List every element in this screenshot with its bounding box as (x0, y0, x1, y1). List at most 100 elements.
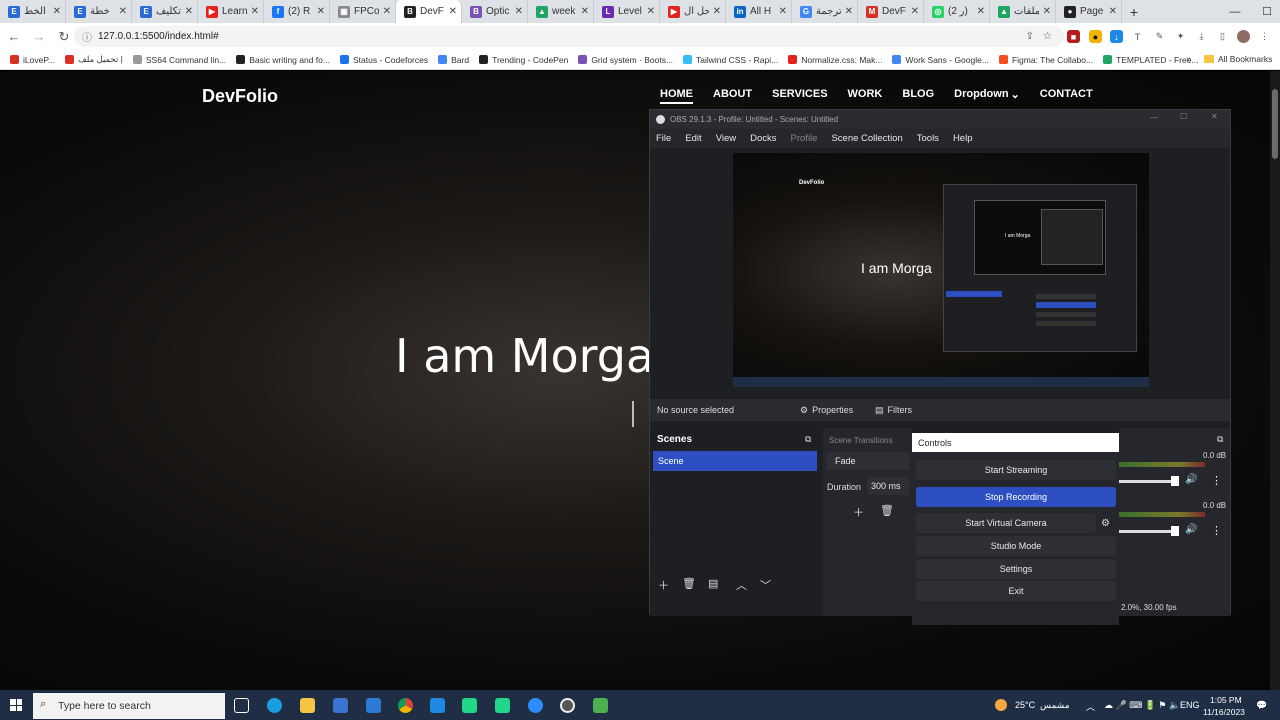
all-bookmarks[interactable]: All Bookmarks (1204, 54, 1272, 64)
tab-close-icon[interactable]: ✕ (119, 6, 127, 17)
volume-slider-2[interactable] (1119, 530, 1177, 533)
browser-tab[interactable]: ▶ Learn ✕ (198, 0, 264, 23)
weather-temp[interactable]: 25°C (1015, 700, 1035, 710)
trash-icon[interactable]: 🗑 (682, 577, 696, 590)
nav-link[interactable]: ABOUT (713, 88, 752, 104)
extension-icon[interactable]: ● (1089, 30, 1102, 43)
add-icon[interactable]: ＋ (658, 577, 669, 593)
more-bookmarks-icon[interactable]: » (1186, 54, 1192, 65)
properties-button[interactable]: ⚙ Properties (800, 405, 853, 416)
browser-tab[interactable]: B DevF ✕ (396, 0, 462, 23)
tab-close-icon[interactable]: ✕ (779, 6, 787, 17)
nav-link[interactable]: BLOG (902, 88, 934, 104)
weather-desc[interactable]: مشمس (1040, 700, 1070, 711)
obs-menu-item[interactable]: Edit (685, 133, 701, 144)
app-icon[interactable] (593, 698, 608, 713)
obs-preview[interactable]: DevFolio I am Morga I am Morga (733, 153, 1149, 387)
tab-close-icon[interactable]: ✕ (383, 6, 391, 17)
new-tab-button[interactable]: + (1122, 0, 1146, 23)
extension-icon[interactable]: ■ (1067, 30, 1080, 43)
chevron-down-icon[interactable]: ⌄ (1011, 88, 1020, 104)
undock-icon[interactable]: ⧉ (1217, 434, 1223, 445)
tab-close-icon[interactable]: ✕ (185, 6, 193, 17)
control-button[interactable]: Settings (916, 559, 1116, 579)
more-icon[interactable]: ⋮ (1211, 524, 1222, 537)
clock-date[interactable]: 11/16/2023 (1203, 707, 1245, 717)
bookmark-item[interactable]: TEMPLATED - Free... (1103, 55, 1199, 65)
control-button[interactable]: Studio Mode (916, 536, 1116, 556)
duration-input[interactable]: 300 ms (867, 477, 909, 495)
chevron-down-icon[interactable]: ﹀ (760, 577, 771, 593)
back-icon[interactable]: ← (3, 26, 25, 48)
scrollbar-thumb[interactable] (1272, 89, 1278, 159)
sidepanel-icon[interactable]: ▯ (1216, 30, 1229, 43)
vscode-icon[interactable] (430, 698, 445, 713)
tab-close-icon[interactable]: ✕ (647, 6, 655, 17)
undock-icon[interactable]: ⧉ (805, 434, 811, 445)
clock-time[interactable]: 1:05 PM (1210, 695, 1242, 705)
control-button[interactable]: Exit (916, 581, 1116, 601)
puzzle-icon[interactable]: ✦ (1174, 30, 1187, 43)
file-explorer-icon[interactable] (300, 698, 315, 713)
store-icon[interactable] (333, 698, 348, 713)
translate-icon[interactable]: T (1131, 30, 1144, 43)
nav-link[interactable]: SERVICES (772, 88, 827, 104)
browser-tab[interactable]: ▦ FPCo ✕ (330, 0, 396, 23)
url-text[interactable]: 127.0.0.1:5500/index.html# (98, 31, 219, 42)
maximize-icon[interactable]: ☐ (1254, 0, 1280, 23)
address-bar[interactable]: ⓘ 127.0.0.1:5500/index.html# ⇪ ☆ (74, 26, 1064, 47)
pycharm-icon[interactable] (462, 698, 477, 713)
obs-menu-item[interactable]: File (656, 133, 671, 144)
speaker-icon[interactable]: 🔊 (1185, 524, 1197, 535)
control-button[interactable]: Stop Recording (916, 487, 1116, 507)
browser-tab[interactable]: B Optic ✕ (462, 0, 528, 23)
tab-close-icon[interactable]: ✕ (845, 6, 853, 17)
nav-link[interactable]: Dropdown (954, 88, 1008, 104)
gear-icon[interactable]: ⚙ (1101, 518, 1110, 529)
chrome-icon[interactable] (398, 698, 413, 713)
menu-icon[interactable]: ⋮ (1258, 30, 1271, 43)
tab-close-icon[interactable]: ✕ (1109, 6, 1117, 17)
tray-chevron-icon[interactable]: ︿ (1086, 700, 1095, 713)
page-scrollbar[interactable] (1270, 71, 1280, 690)
avatar[interactable] (1237, 30, 1250, 43)
info-icon[interactable]: ⓘ (82, 29, 92, 44)
obs-maximize-icon[interactable]: ☐ (1180, 112, 1187, 121)
pen-icon[interactable]: ✎ (1153, 30, 1166, 43)
control-button[interactable]: Start Virtual Camera (916, 513, 1096, 533)
obs-menu-item[interactable]: Scene Collection (831, 133, 902, 144)
slider-handle[interactable] (1171, 526, 1179, 536)
minimize-icon[interactable]: — (1222, 0, 1248, 23)
mail-icon[interactable] (366, 698, 381, 713)
notification-icon[interactable]: 💬 (1256, 700, 1267, 711)
tab-close-icon[interactable]: ✕ (911, 6, 919, 17)
obs-menu-item[interactable]: Docks (750, 133, 776, 144)
slider-handle[interactable] (1171, 476, 1179, 486)
obs-taskbar-icon[interactable] (560, 698, 575, 713)
obs-menu-item[interactable]: Profile (791, 133, 818, 144)
transition-select[interactable]: Fade (827, 452, 909, 470)
tab-close-icon[interactable]: ✕ (581, 6, 589, 17)
browser-tab[interactable]: E خطة ✕ (66, 0, 132, 23)
edge-icon[interactable] (267, 698, 282, 713)
bookmark-item[interactable]: Figma: The Collabo... (998, 55, 1093, 65)
browser-tab[interactable]: L Level ✕ (594, 0, 660, 23)
bookmark-item[interactable]: Grid system · Boots... (578, 55, 673, 65)
filter-icon[interactable]: ▤ (708, 577, 718, 590)
share-icon[interactable]: ⇪ (1026, 31, 1034, 42)
tab-close-icon[interactable]: ✕ (251, 6, 259, 17)
windows-start-icon[interactable] (10, 699, 22, 711)
tab-close-icon[interactable]: ✕ (713, 6, 721, 17)
browser-tab[interactable]: in All H ✕ (726, 0, 792, 23)
nav-link[interactable]: WORK (848, 88, 883, 104)
taskbar-search[interactable]: ⌕ Type here to search (33, 693, 225, 719)
language-indicator[interactable]: ENG (1180, 700, 1200, 710)
bookmark-item[interactable]: Basic writing and fo... (236, 55, 330, 65)
browser-tab[interactable]: ▲ ملفات ✕ (990, 0, 1056, 23)
tray-icons[interactable]: ☁ 🎤 ⌨ 🔋 ⚑ 🔈 (1104, 700, 1180, 711)
download-icon[interactable]: ⤓ (1195, 30, 1208, 43)
browser-tab[interactable]: f (2) R ✕ (264, 0, 330, 23)
jetbrains-icon[interactable] (495, 698, 510, 713)
obs-menu-item[interactable]: Tools (917, 133, 939, 144)
forward-icon[interactable]: → (28, 26, 50, 48)
